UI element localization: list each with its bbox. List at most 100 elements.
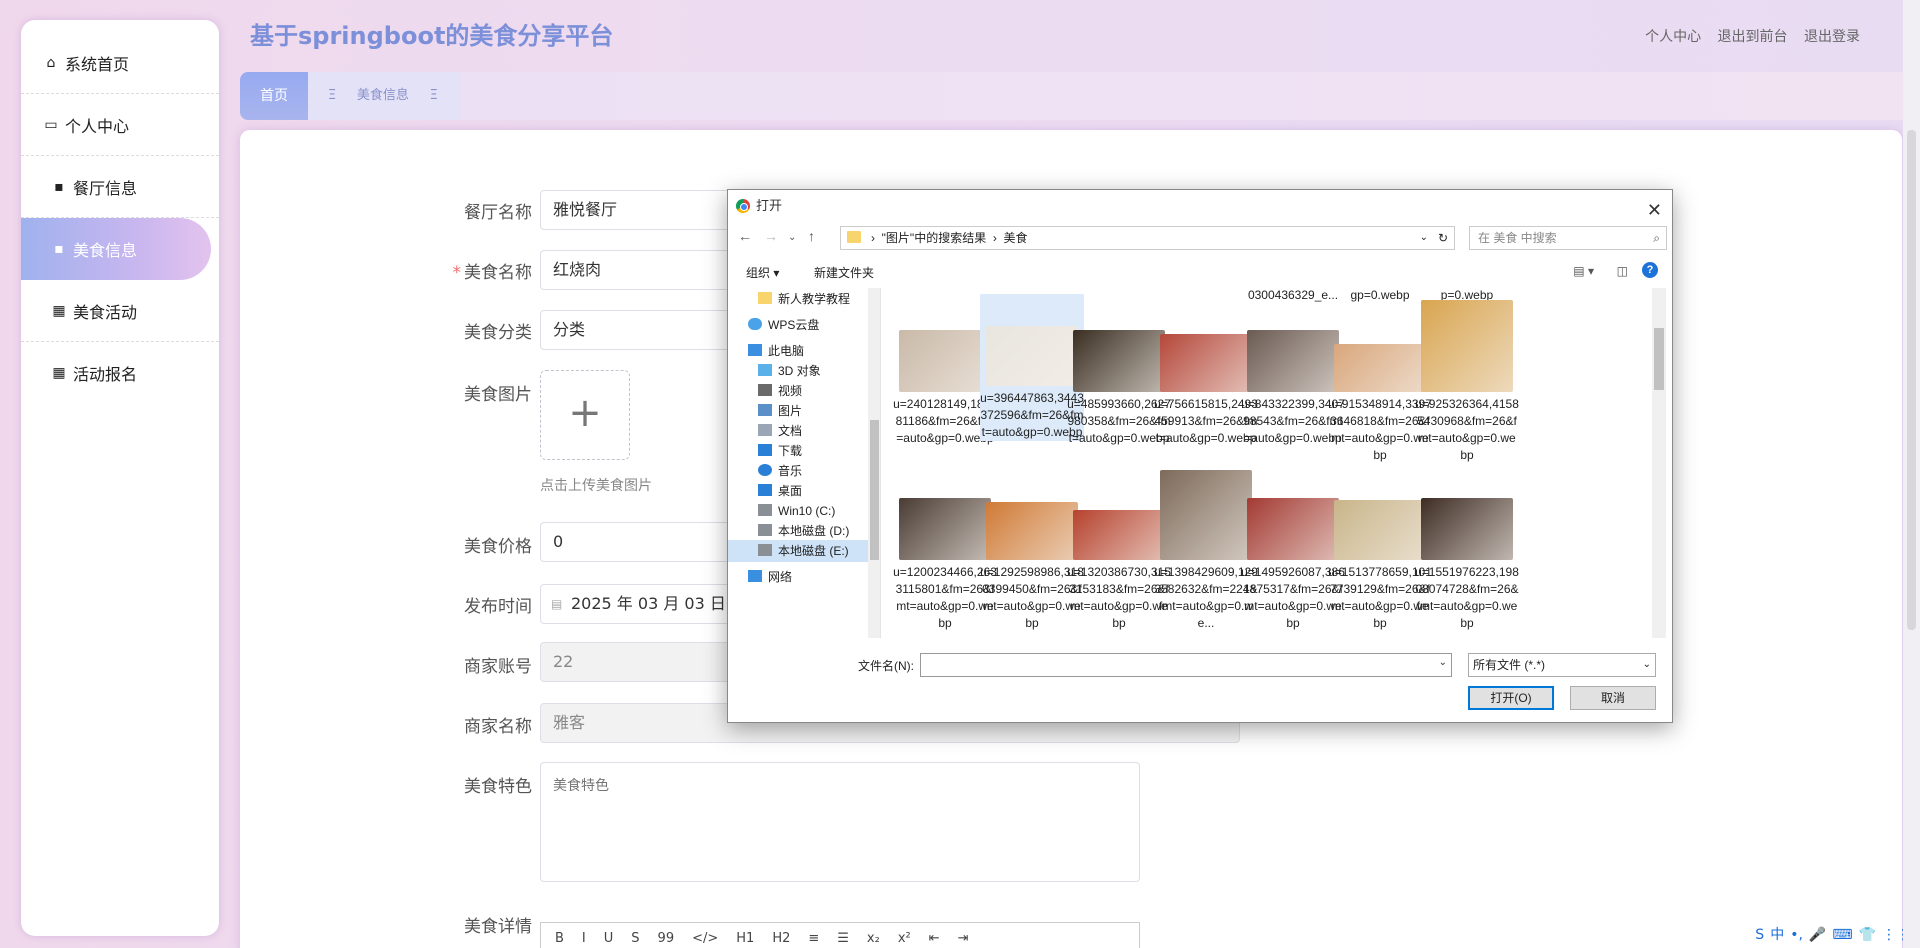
network-icon [748, 570, 762, 582]
nav-item[interactable]: 3D 对象 [728, 360, 868, 382]
filetype-select[interactable]: 所有文件 (*.*) ⌄ [1468, 653, 1656, 677]
file-thumbnail [1160, 334, 1252, 392]
nav-item[interactable]: Win10 (C:) [728, 500, 868, 522]
file-thumbnail [1160, 470, 1252, 560]
nav-item[interactable]: 网络 [728, 566, 868, 588]
calendar-icon: ▤ [551, 597, 563, 611]
editor-tool-icon[interactable]: 99 [658, 931, 675, 946]
open-button[interactable]: 打开(O) [1468, 686, 1554, 710]
image-label: 美食图片 [464, 385, 532, 405]
editor-tool-icon[interactable]: ☰ [837, 931, 849, 946]
editor-tool-icon[interactable]: H2 [772, 931, 790, 946]
breadcrumb-search[interactable]: "图片"中的搜索结果 [882, 231, 987, 245]
new-folder-button[interactable]: 新建文件夹 [814, 264, 874, 281]
sidebar-item-food[interactable]: ▪ 美食信息 [21, 218, 211, 280]
editor-tool-icon[interactable]: I [582, 931, 586, 946]
editor-tool-icon[interactable]: H1 [736, 931, 754, 946]
chevron-down-icon[interactable]: ⌄ [1439, 657, 1447, 668]
profile-link[interactable]: 个人中心 [1645, 29, 1701, 45]
forward-arrow-icon[interactable]: → [764, 228, 778, 244]
nav-item[interactable]: 图片 [728, 400, 868, 422]
editor-tool-icon[interactable]: </> [692, 931, 718, 946]
nav-scrollbar[interactable] [868, 288, 880, 638]
editor-tool-icon[interactable]: ⇥ [958, 931, 969, 946]
address-bar[interactable]: › "图片"中的搜索结果 › 美食 ⌄ ↻ [840, 226, 1455, 250]
nav-item[interactable]: 下载 [728, 440, 868, 462]
filename-input[interactable]: ⌄ [920, 653, 1452, 677]
system-tray: S 中 •, 🎤 ⌨ 👕 ⋮⋮ [1749, 924, 1910, 948]
tray-icon[interactable]: 中 [1770, 927, 1784, 943]
computer-icon [748, 344, 762, 356]
page-scrollbar[interactable] [1903, 0, 1920, 948]
refresh-icon[interactable]: ↻ [1438, 227, 1448, 249]
picture-icon [758, 404, 772, 416]
nav-item[interactable]: 本地磁盘 (E:) [728, 540, 868, 562]
nav-item[interactable]: 视频 [728, 380, 868, 402]
editor-tool-icon[interactable]: U [604, 931, 614, 946]
sidebar-item-home[interactable]: ⌂ 系统首页 [21, 32, 219, 94]
music-icon [758, 464, 772, 476]
file-grid: 0300436329_e... gp=0.webp p=0.webp u=240128… [883, 288, 1666, 638]
upload-button[interactable]: + [540, 370, 630, 460]
sidebar-item-restaurant[interactable]: ▪ 餐厅信息 [21, 156, 219, 218]
tab-home[interactable]: 首页 [240, 72, 308, 120]
organize-button[interactable]: 组织 ▾ [746, 264, 779, 281]
bag-icon: ▪ [54, 241, 64, 257]
nav-scroll-thumb[interactable] [870, 420, 879, 560]
cube-icon [758, 364, 772, 376]
file-scrollbar[interactable] [1652, 288, 1666, 638]
search-placeholder: 在 美食 中搜索 [1478, 231, 1557, 245]
editor-tool-icon[interactable]: S [631, 931, 639, 946]
chevron-down-icon[interactable]: ⌄ [788, 232, 796, 243]
folder-icon [847, 231, 861, 243]
tray-icon[interactable]: S [1755, 927, 1764, 943]
file-tile[interactable]: u=925326364,41585430968&fm=26&fmt=auto&g… [1415, 300, 1519, 464]
tray-icon[interactable]: •, [1790, 927, 1803, 943]
page-scroll-thumb[interactable] [1907, 130, 1916, 630]
editor-tool-icon[interactable]: x² [898, 931, 911, 946]
up-arrow-icon[interactable]: ↑ [808, 228, 815, 244]
editor-tool-icon[interactable]: x₂ [867, 931, 880, 946]
cancel-button[interactable]: 取消 [1570, 686, 1656, 710]
chevron-down-icon[interactable]: ⌄ [1420, 227, 1428, 249]
tray-icon[interactable]: ⌨ [1832, 927, 1852, 943]
nav-item[interactable]: 此电脑 [728, 340, 868, 362]
tab-food[interactable]: Ξ 美食信息 Ξ [308, 72, 460, 120]
search-input[interactable]: 在 美食 中搜索 ⌕ [1469, 226, 1667, 250]
file-scroll-thumb[interactable] [1654, 328, 1664, 390]
editor-tool-icon[interactable]: ⇤ [929, 931, 940, 946]
sidebar-item-signup[interactable]: ▦ 活动报名 [21, 342, 219, 404]
nav-item[interactable]: 新人教学教程 [728, 288, 868, 310]
dialog-navbar: ← → ⌄ ↑ › "图片"中的搜索结果 › 美食 ⌄ ↻ 在 美食 中搜索 ⌕ [736, 226, 1667, 252]
breadcrumb-food[interactable]: 美食 [1004, 231, 1028, 245]
tray-icon[interactable]: 👕 [1859, 927, 1876, 943]
tab-close[interactable]: Ξ [430, 88, 438, 103]
editor-tool-icon[interactable]: B [555, 931, 564, 946]
close-icon[interactable]: ✕ [1647, 194, 1662, 226]
preview-pane-icon[interactable]: ◫ [1617, 264, 1628, 278]
view-icon[interactable]: ▤ ▾ [1573, 264, 1594, 278]
nav-item[interactable]: WPS云盘 [728, 314, 868, 336]
nav-item-label: 新人教学教程 [778, 292, 851, 306]
breadcrumb-sep: › [986, 231, 1004, 245]
file-thumbnail [899, 330, 991, 392]
file-thumbnail [899, 498, 991, 560]
nav-item[interactable]: 本地磁盘 (D:) [728, 520, 868, 542]
file-tile[interactable]: u=1551976223,19808074728&fm=26&fmt=auto&… [1415, 468, 1519, 632]
tray-icon[interactable]: 🎤 [1809, 927, 1826, 943]
front-link[interactable]: 退出到前台 [1718, 29, 1788, 45]
cloud-icon [748, 318, 762, 330]
help-icon[interactable]: ? [1642, 262, 1658, 278]
nav-item[interactable]: 音乐 [728, 460, 868, 482]
back-arrow-icon[interactable]: ← [738, 228, 752, 244]
sidebar-item-activity[interactable]: ▦ 美食活动 [21, 280, 219, 342]
sidebar-item-profile[interactable]: ▭ 个人中心 [21, 94, 219, 156]
logout-link[interactable]: 退出登录 [1804, 29, 1860, 45]
editor-tool-icon[interactable]: ≡ [808, 931, 819, 946]
food-name-label: * 美食名称 [452, 258, 533, 283]
top-nav: 个人中心 退出到前台 退出登录 [1633, 26, 1860, 46]
feature-textarea[interactable] [540, 762, 1140, 882]
nav-item[interactable]: 文档 [728, 420, 868, 442]
nav-item-label: 3D 对象 [778, 364, 821, 378]
nav-item[interactable]: 桌面 [728, 480, 868, 502]
